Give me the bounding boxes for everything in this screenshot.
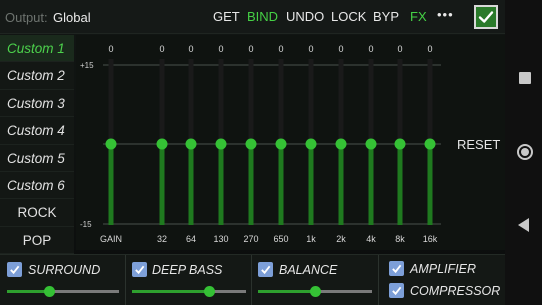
- recent-apps-icon[interactable]: [519, 72, 531, 84]
- balance-slider-thumb[interactable]: [309, 286, 321, 297]
- preset-item[interactable]: Custom 5: [0, 144, 74, 172]
- deep-bass-slider-thumb[interactable]: [204, 286, 216, 297]
- band-slider-fill: [397, 144, 403, 225]
- band-slider-thumb[interactable]: [335, 138, 347, 150]
- band-slider-thumb[interactable]: [275, 138, 287, 150]
- surround-section: SURROUND: [0, 255, 126, 305]
- band-slider-fill: [159, 144, 165, 225]
- balance-checkbox[interactable]: [258, 262, 273, 277]
- compressor-checkbox[interactable]: [389, 283, 404, 298]
- band-frequency-label: 270: [243, 234, 258, 244]
- band-value-label: 0: [108, 44, 113, 54]
- preset-item[interactable]: Custom 3: [0, 89, 74, 118]
- preset-item[interactable]: ROCK: [0, 199, 74, 227]
- band-value-label: 0: [368, 44, 373, 54]
- deep-bass-slider-fill: [132, 290, 210, 293]
- balance-label: BALANCE: [279, 263, 338, 277]
- band-value-label: 0: [397, 44, 402, 54]
- band-value-label: 0: [188, 44, 193, 54]
- band-slider-thumb[interactable]: [215, 138, 227, 150]
- scale-bottom-label: -15: [80, 220, 92, 229]
- surround-slider-thumb[interactable]: [44, 286, 56, 297]
- equalizer-panel: +15 -15 0 GAIN 0 32 0 64 0 130 0 270 0 650 0 1k 0 2k 0 4k…: [76, 35, 505, 250]
- band-value-label: 0: [427, 44, 432, 54]
- band-slider-thumb[interactable]: [305, 138, 317, 150]
- effects-bar: SURROUND DEEP BASS BALANCE AMPLIFIER COM…: [0, 254, 505, 305]
- band-slider-thumb[interactable]: [365, 138, 377, 150]
- band-slider-thumb[interactable]: [156, 138, 168, 150]
- system-navigation-bar: [505, 0, 542, 305]
- surround-slider[interactable]: [7, 286, 119, 297]
- preset-item[interactable]: Custom 4: [0, 117, 74, 145]
- scale-top-label: +15: [80, 61, 94, 70]
- balance-section: BALANCE: [252, 255, 379, 305]
- amplifier-checkbox[interactable]: [389, 261, 404, 276]
- band-value-label: 0: [338, 44, 343, 54]
- band-value-label: 0: [278, 44, 283, 54]
- band-slider-fill: [218, 144, 224, 225]
- reset-button[interactable]: RESET: [457, 137, 500, 152]
- output-label: Output:: [5, 10, 48, 25]
- band-slider-thumb[interactable]: [105, 138, 117, 150]
- home-icon[interactable]: [517, 144, 533, 160]
- band-slider-fill: [338, 144, 344, 225]
- band-slider-thumb[interactable]: [424, 138, 436, 150]
- band-value-label: 0: [308, 44, 313, 54]
- more-menu-icon[interactable]: •••: [437, 7, 454, 22]
- deep-bass-section: DEEP BASS: [126, 255, 252, 305]
- band-frequency-label: 64: [186, 234, 196, 244]
- preset-item[interactable]: POP: [0, 226, 74, 255]
- band-frequency-label: 2k: [336, 234, 346, 244]
- bypass-button[interactable]: BYP: [373, 9, 399, 24]
- band-slider-fill: [308, 144, 314, 225]
- band-frequency-label: 130: [213, 234, 228, 244]
- band-slider-thumb[interactable]: [394, 138, 406, 150]
- surround-checkbox[interactable]: [7, 262, 22, 277]
- amp-compressor-section: AMPLIFIER COMPRESSOR: [379, 255, 505, 305]
- band-value-label: 0: [248, 44, 253, 54]
- preset-list: Custom 1 Custom 2 Custom 3 Custom 4 Cust…: [0, 35, 74, 255]
- compressor-label: COMPRESSOR: [410, 284, 501, 298]
- band-frequency-label: 1k: [306, 234, 316, 244]
- band-frequency-label: GAIN: [100, 234, 122, 244]
- preset-item[interactable]: Custom 6: [0, 171, 74, 200]
- band-frequency-label: 4k: [366, 234, 376, 244]
- deep-bass-checkbox[interactable]: [132, 262, 147, 277]
- output-selector[interactable]: Global: [53, 10, 91, 25]
- get-button[interactable]: GET: [213, 9, 240, 24]
- band-slider-fill: [248, 144, 254, 225]
- band-value-label: 0: [218, 44, 223, 54]
- undo-button[interactable]: UNDO: [286, 9, 324, 24]
- deep-bass-label: DEEP BASS: [152, 263, 223, 277]
- top-toolbar: Output: Global GET BIND UNDO LOCK BYP FX…: [0, 0, 505, 34]
- band-slider-fill: [427, 144, 433, 225]
- back-icon[interactable]: [518, 218, 529, 232]
- band-slider-thumb[interactable]: [185, 138, 197, 150]
- checkmark-icon[interactable]: [474, 5, 498, 29]
- band-frequency-label: 650: [273, 234, 288, 244]
- equalizer-sliders[interactable]: +15 -15 0 GAIN 0 32 0 64 0 130 0 270 0 650 0 1k 0 2k 0 4k…: [76, 35, 505, 250]
- balance-slider-fill: [258, 290, 315, 293]
- bind-button[interactable]: BIND: [247, 9, 278, 24]
- band-slider-thumb[interactable]: [245, 138, 257, 150]
- preset-item[interactable]: Custom 2: [0, 62, 74, 90]
- balance-slider[interactable]: [258, 286, 372, 297]
- band-slider-fill: [368, 144, 374, 225]
- lock-button[interactable]: LOCK: [331, 9, 366, 24]
- band-frequency-label: 32: [157, 234, 167, 244]
- band-slider-fill: [108, 144, 114, 225]
- band-frequency-label: 16k: [423, 234, 438, 244]
- preset-item[interactable]: Custom 1: [0, 35, 74, 63]
- amplifier-label: AMPLIFIER: [410, 262, 476, 276]
- band-value-label: 0: [159, 44, 164, 54]
- deep-bass-slider[interactable]: [132, 286, 246, 297]
- band-slider-fill: [278, 144, 284, 225]
- band-frequency-label: 8k: [395, 234, 405, 244]
- surround-label: SURROUND: [28, 263, 101, 277]
- fx-button[interactable]: FX: [410, 9, 427, 24]
- band-slider-fill: [188, 144, 194, 225]
